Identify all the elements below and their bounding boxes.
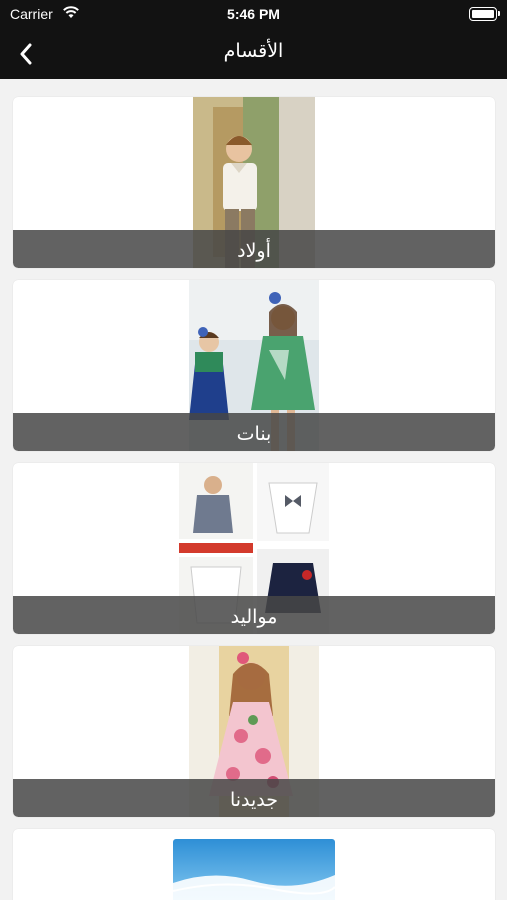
category-label: بنات — [236, 423, 272, 445]
status-bar: Carrier 5:46 PM — [0, 0, 507, 28]
clock: 5:46 PM — [227, 6, 280, 22]
category-label: أولاد — [237, 240, 271, 262]
navigation-bar: الأقسام — [0, 28, 507, 79]
category-label: مواليد — [230, 606, 278, 628]
category-card-girls[interactable]: بنات — [13, 280, 495, 451]
category-card-newborns[interactable]: مواليد — [13, 463, 495, 634]
category-card-boys[interactable]: أولاد — [13, 97, 495, 268]
category-card-partial[interactable] — [13, 829, 495, 900]
battery-icon — [469, 7, 500, 21]
page-title: الأقسام — [223, 40, 284, 62]
category-card-new-arrivals[interactable]: جديدنا — [13, 646, 495, 817]
category-list[interactable]: أولاد بنات مواليد جديدنا — [0, 79, 507, 900]
category-label: جديدنا — [229, 789, 279, 811]
category-image — [173, 839, 335, 900]
